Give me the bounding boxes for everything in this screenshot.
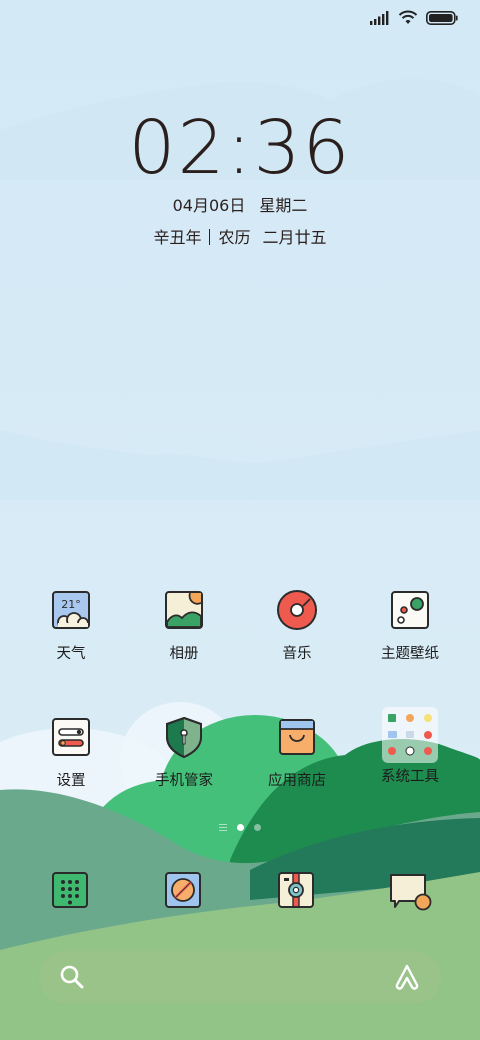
- status-bar: [370, 10, 458, 25]
- app-security[interactable]: 手机管家: [129, 713, 239, 791]
- clock-widget[interactable]: 02:36 04月06日 星期二 辛丑年 农历 二月廿五: [0, 108, 480, 250]
- divider: [209, 229, 211, 245]
- app-themes[interactable]: 主题壁纸: [355, 586, 465, 664]
- browser-compass-icon[interactable]: [159, 866, 207, 914]
- app-music[interactable]: 音乐: [242, 586, 352, 664]
- search-icon[interactable]: [59, 964, 85, 990]
- app-label: 天气: [56, 646, 86, 662]
- cellular-signal-icon: [370, 10, 389, 25]
- lunar-date-line: 辛丑年 农历 二月廿五: [0, 226, 480, 250]
- app-gallery[interactable]: 相册: [129, 586, 239, 664]
- assistant-icon[interactable]: [393, 963, 421, 991]
- app-label: 手机管家: [155, 773, 213, 789]
- app-label: 设置: [56, 773, 86, 789]
- app-label: 应用商店: [268, 773, 326, 789]
- app-label: 系统工具: [381, 769, 439, 785]
- app-system-tools-folder[interactable]: 系统工具: [355, 706, 465, 787]
- phone-dialer-icon[interactable]: [46, 866, 94, 914]
- app-label: 相册: [169, 646, 199, 662]
- messages-icon[interactable]: [385, 866, 433, 914]
- date-line: 04月06日 星期二: [0, 194, 480, 218]
- page-indicator-menu-icon: [219, 824, 227, 831]
- themes-icon: [391, 591, 429, 629]
- app-store-icon: [279, 719, 315, 755]
- page-dot-active: [237, 824, 244, 831]
- weather-icon: 21°: [52, 591, 90, 629]
- page-dot: [254, 824, 261, 831]
- page-indicator[interactable]: [0, 824, 480, 831]
- battery-icon: [426, 10, 458, 25]
- app-settings[interactable]: 设置: [16, 713, 126, 791]
- wifi-icon: [398, 10, 418, 24]
- lunar-day: 二月廿五: [262, 228, 327, 247]
- lunar-year: 辛丑年: [153, 228, 202, 247]
- system-tools-folder-icon: [382, 707, 438, 763]
- weekday-text: 星期二: [259, 196, 308, 215]
- music-icon: [277, 590, 317, 630]
- lunar-label: 农历: [218, 228, 251, 247]
- security-icon: [166, 716, 202, 759]
- camera-icon[interactable]: [272, 866, 320, 914]
- app-weather[interactable]: 21° 天气: [16, 586, 126, 664]
- app-label: 主题壁纸: [381, 646, 439, 662]
- app-label: 音乐: [282, 646, 312, 662]
- clock-time: 02:36: [128, 105, 352, 191]
- weather-temp: 21°: [61, 598, 81, 611]
- settings-icon: [52, 718, 90, 756]
- app-store[interactable]: 应用商店: [242, 713, 352, 791]
- date-text: 04月06日: [172, 196, 246, 215]
- gallery-icon: [165, 591, 203, 629]
- search-bar[interactable]: [39, 951, 441, 1003]
